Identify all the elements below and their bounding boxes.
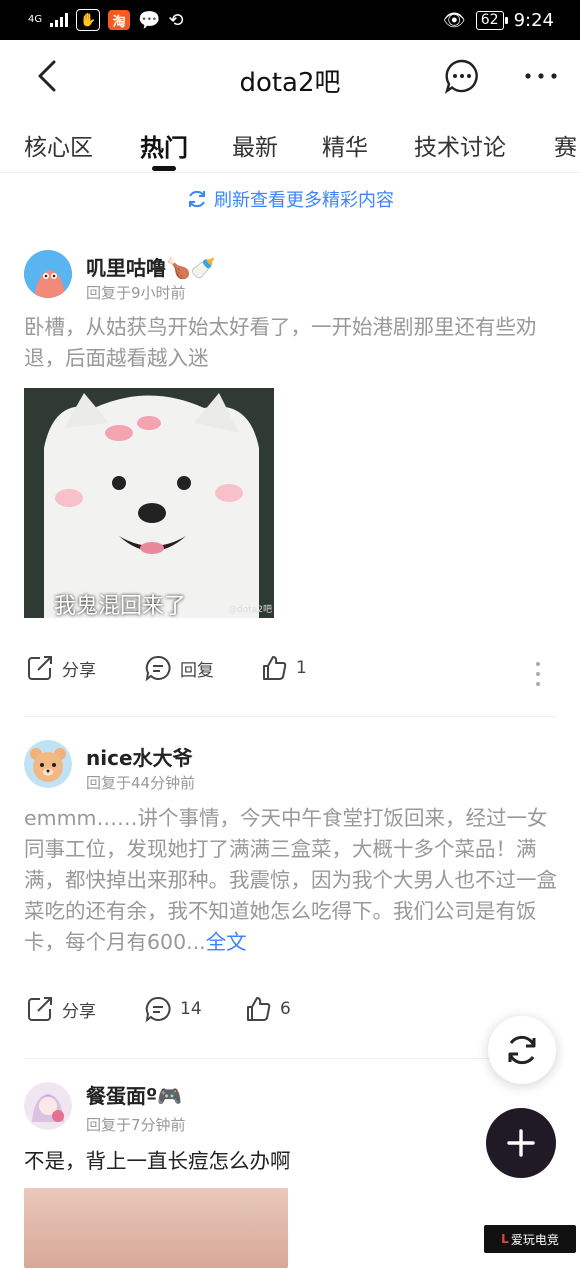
- refresh-icon: [508, 1035, 536, 1065]
- tab-core[interactable]: 核心区: [24, 128, 93, 162]
- divider: [24, 716, 556, 717]
- post-text[interactable]: 卧槽，从姑获鸟开始太好看了，一开始港剧那里还有些劝退，后面越看越入迷: [24, 312, 564, 374]
- like-count: 1: [296, 658, 307, 678]
- tab-tech-discussion[interactable]: 技术讨论: [414, 128, 506, 162]
- image-caption: 我鬼混回来了: [54, 594, 187, 618]
- image-watermark: @dota2吧: [228, 605, 272, 615]
- thumbs-up-icon: [263, 656, 287, 680]
- tab-featured[interactable]: 精华: [322, 128, 368, 162]
- active-tab-indicator: [152, 166, 176, 171]
- baby-bottle-icon: 🍼: [190, 256, 216, 280]
- gamepad-icon: 🎮: [157, 1084, 183, 1108]
- thumbs-up-icon: [247, 997, 271, 1021]
- username[interactable]: nice水大爷: [86, 742, 193, 771]
- category-tabs: 核心区 热门 最新 精华 技术讨论 赛: [0, 112, 580, 172]
- signal-icon: [50, 13, 69, 27]
- tab-latest[interactable]: 最新: [232, 128, 278, 162]
- tab-events[interactable]: 赛: [554, 128, 577, 162]
- reply-button[interactable]: 14: [144, 995, 202, 1023]
- post-actions: 分享 回复 1: [0, 654, 580, 694]
- taobao-icon: 淘: [108, 10, 131, 30]
- status-bar: 4G ✋ 淘 💬 ⟲ 👁 62 9:24: [0, 0, 580, 40]
- network-indicator: 4G: [28, 14, 43, 25]
- comment-icon: [145, 655, 171, 682]
- refresh-button[interactable]: [488, 1016, 556, 1084]
- chat-bubble-icon: 💬: [138, 9, 161, 31]
- username[interactable]: 叽里咕噜🍗🍼: [86, 252, 216, 281]
- drumstick-icon: 🍗: [166, 256, 191, 280]
- more-vertical-icon[interactable]: [534, 661, 542, 687]
- avatar[interactable]: [24, 250, 72, 298]
- reply-time: 回复于9小时前: [86, 284, 186, 302]
- reply-time: 回复于7分钟前: [86, 1116, 186, 1134]
- reply-button[interactable]: 回复: [144, 654, 214, 682]
- watermark-logo-icon: L: [501, 1232, 509, 1246]
- message-icon[interactable]: [444, 58, 480, 94]
- post-actions: 分享 14 6: [0, 995, 580, 1035]
- top-app-bar: dota2吧: [0, 40, 580, 112]
- share-icon: [28, 997, 52, 1021]
- post-text[interactable]: emmm……讲个事情，今天中午食堂打饭回来，经过一女同事工位，发现她打了满满三盒…: [24, 803, 564, 958]
- reply-time: 回复于44分钟前: [86, 774, 196, 792]
- share-button[interactable]: 分享: [26, 654, 96, 682]
- tab-hot[interactable]: 热门: [140, 128, 188, 163]
- like-button[interactable]: 1: [260, 654, 307, 682]
- page-title: dota2吧: [239, 68, 341, 98]
- refresh-banner[interactable]: 刷新查看更多精彩内容: [0, 186, 580, 212]
- shield-icon: ✋: [76, 9, 101, 31]
- username[interactable]: 餐蛋面º🎮: [86, 1080, 182, 1109]
- eye-icon: 👁: [442, 9, 466, 31]
- divider: [24, 1058, 556, 1059]
- post-text-body: emmm……讲个事情，今天中午食堂打饭回来，经过一女同事工位，发现她打了满满三盒…: [24, 806, 557, 954]
- clock: 9:24: [513, 9, 554, 31]
- post-image[interactable]: 我鬼混回来了 @dota2吧: [24, 388, 274, 618]
- avatar[interactable]: [24, 740, 72, 788]
- refresh-icon: [189, 190, 205, 208]
- like-button[interactable]: 6: [244, 995, 291, 1023]
- watermark-text: 爱玩电竞: [510, 1232, 559, 1247]
- battery-indicator: 62: [475, 10, 508, 30]
- refresh-label: 刷新查看更多精彩内容: [214, 190, 394, 211]
- avatar[interactable]: [24, 1082, 72, 1130]
- share-label: 分享: [62, 660, 96, 681]
- post-image[interactable]: [24, 1188, 288, 1268]
- site-watermark: L 爱玩电竞: [484, 1225, 576, 1253]
- divider: [0, 172, 580, 173]
- more-options-icon[interactable]: [523, 64, 559, 88]
- share-button[interactable]: 分享: [26, 995, 96, 1023]
- share-icon: [28, 656, 52, 680]
- like-count: 6: [280, 999, 291, 1019]
- comment-icon: [145, 996, 171, 1023]
- post-text[interactable]: 不是，背上一直长痘怎么办啊: [24, 1146, 564, 1177]
- reply-count: 14: [180, 999, 202, 1019]
- samoyed-dog-image: [24, 388, 274, 618]
- reply-label: 回复: [180, 660, 214, 681]
- new-post-button[interactable]: [486, 1108, 556, 1178]
- sync-icon: ⟲: [168, 9, 184, 31]
- full-text-link[interactable]: 全文: [206, 930, 247, 954]
- plus-icon: [507, 1129, 535, 1157]
- share-label: 分享: [62, 1001, 96, 1022]
